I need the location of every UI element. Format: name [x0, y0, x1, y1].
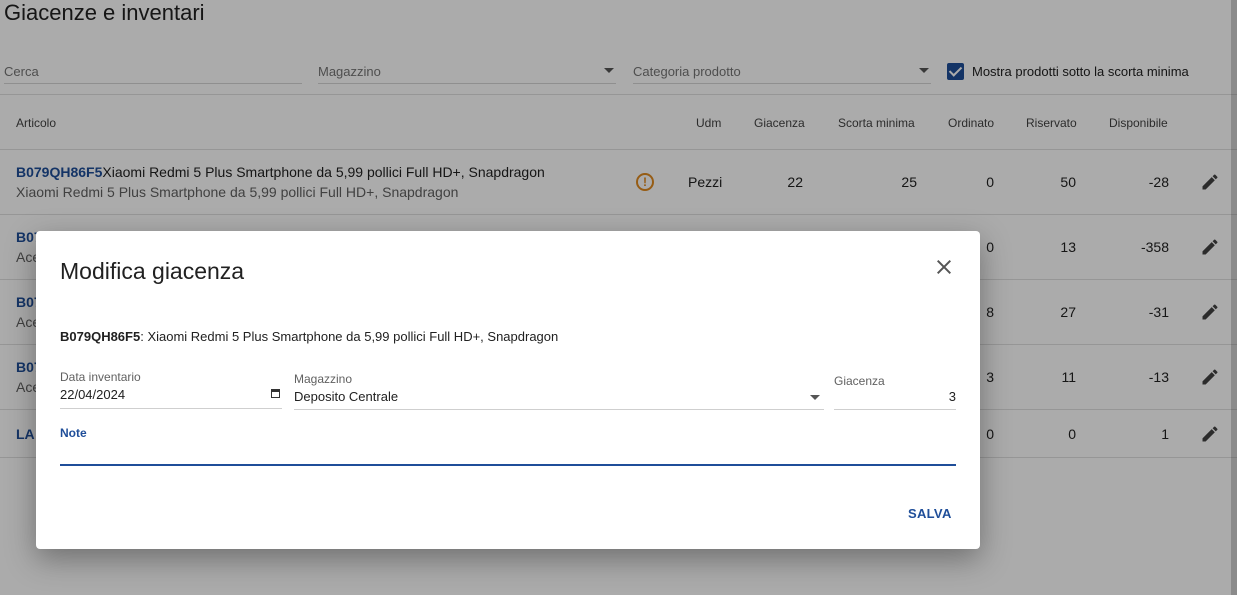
note-label: Note: [60, 426, 87, 440]
dialog-item-name: : Xiaomi Redmi 5 Plus Smartphone da 5,99…: [140, 329, 559, 344]
quantity-label: Giacenza: [834, 374, 885, 388]
quantity-value: 3: [948, 389, 956, 404]
window-edge: [1231, 0, 1237, 595]
calendar-icon[interactable]: [271, 389, 280, 398]
dialog-item-sku: B079QH86F5: [60, 329, 141, 344]
close-icon[interactable]: [932, 255, 956, 279]
dialog-item-description: B079QH86F5: Xiaomi Redmi 5 Plus Smartpho…: [60, 329, 558, 344]
edit-stock-dialog: Modifica giacenza B079QH86F5: Xiaomi Red…: [36, 231, 980, 549]
note-field[interactable]: Note: [60, 421, 956, 466]
save-button[interactable]: SALVA: [908, 506, 952, 521]
chevron-down-icon: [810, 395, 820, 400]
inventory-date-field[interactable]: Data inventario 22/04/2024: [60, 367, 282, 409]
dialog-title: Modifica giacenza: [60, 258, 245, 284]
inventory-date-value: 22/04/2024: [60, 387, 126, 402]
quantity-field[interactable]: Giacenza 3: [834, 369, 956, 410]
inventory-date-label: Data inventario: [60, 370, 141, 384]
warehouse-label: Magazzino: [294, 372, 353, 386]
warehouse-select[interactable]: Magazzino Deposito Centrale: [294, 369, 824, 410]
warehouse-value: Deposito Centrale: [294, 389, 399, 404]
